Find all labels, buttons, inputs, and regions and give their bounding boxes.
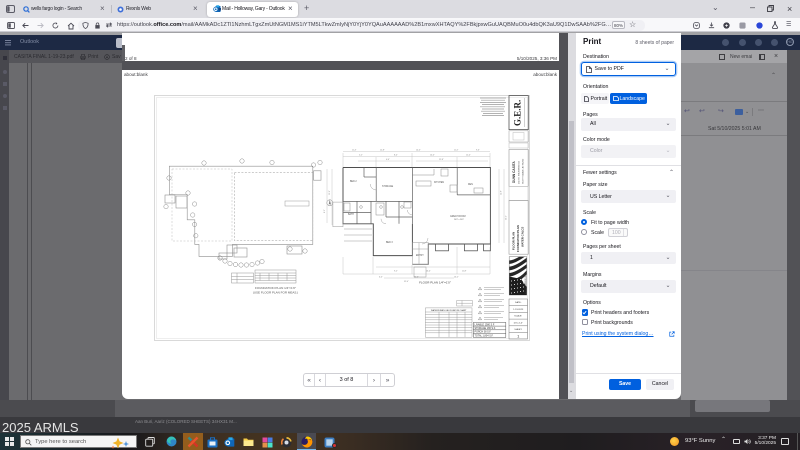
svg-text:LIVABLE 1580 S.F.: LIVABLE 1580 S.F. xyxy=(475,323,496,326)
svg-text:FLOOR PLAN 1/4"=1'0": FLOOR PLAN 1/4"=1'0" xyxy=(419,281,451,285)
svg-text:5'-2": 5'-2" xyxy=(359,155,363,157)
svg-text:SCOTTSDALE, AZ 85262: SCOTTSDALE, AZ 85262 xyxy=(522,158,525,184)
svg-text:11'-2": 11'-2" xyxy=(454,150,459,152)
svg-text:WATER/DRAIN CALCULATION CHART: WATER/DRAIN CALCULATION CHART xyxy=(431,309,467,312)
svg-text:22'-8": 22'-8" xyxy=(439,159,444,161)
svg-text:WATER CALCS: WATER CALCS xyxy=(521,227,525,247)
svg-text:FLOOR PLAN: FLOOR PLAN xyxy=(512,232,516,250)
svg-text:KITCHEN: KITCHEN xyxy=(434,182,444,184)
svg-text:BATH: BATH xyxy=(348,213,354,216)
svg-text:ENTRY: ENTRY xyxy=(416,255,424,257)
svg-text:FOUNDATION PLAN: FOUNDATION PLAN xyxy=(516,225,520,252)
svg-text:12'-8": 12'-8" xyxy=(380,150,385,152)
svg-text:14'-8": 14'-8" xyxy=(501,190,503,195)
svg-text:16'-4": 16'-4" xyxy=(426,271,431,273)
svg-text:6'-0": 6'-0" xyxy=(379,277,383,279)
svg-text:DUNN CASITA: DUNN CASITA xyxy=(512,161,516,183)
svg-text:STORAGE 186 S.F.: STORAGE 186 S.F. xyxy=(475,327,496,330)
svg-text:24'0" x 20'0": 24'0" x 20'0" xyxy=(454,219,464,221)
svg-text:9'-6": 9'-6" xyxy=(476,150,480,152)
svg-text:11'-8": 11'-8" xyxy=(462,271,467,273)
svg-text:TOTAL 1,804 S.F.: TOTAL 1,804 S.F. xyxy=(475,334,494,337)
svg-text:8'-2": 8'-2" xyxy=(324,209,326,213)
svg-text:1617 E. MILKWEED LN: 1617 E. MILKWEED LN xyxy=(519,160,521,184)
svg-text:1-19-2023: 1-19-2023 xyxy=(513,309,524,311)
svg-text:13'-2": 13'-2" xyxy=(454,277,459,279)
svg-text:20'-2": 20'-2" xyxy=(506,215,508,220)
svg-text:12'-4": 12'-4" xyxy=(466,155,471,157)
svg-text:10'-0": 10'-0" xyxy=(430,155,435,157)
svg-text:G.E.R.: G.E.R. xyxy=(513,100,523,126)
svg-text:PORCH 38 S.F.: PORCH 38 S.F. xyxy=(475,331,492,334)
svg-text:24'-6": 24'-6" xyxy=(414,277,419,279)
svg-text:8'-4": 8'-4" xyxy=(394,155,398,157)
svg-text:1: 1 xyxy=(517,334,520,339)
svg-text:14'-0": 14'-0" xyxy=(416,150,421,152)
svg-text:1/4"=1'-0": 1/4"=1'-0" xyxy=(513,322,523,324)
svg-text:SHEET:: SHEET: xyxy=(514,329,522,331)
svg-text:BED 2: BED 2 xyxy=(350,181,357,183)
svg-text:9'-2": 9'-2" xyxy=(394,271,398,273)
svg-text:GREAT ROOM: GREAT ROOM xyxy=(450,215,466,218)
svg-text:11'-4": 11'-4" xyxy=(352,150,357,152)
svg-text:52'-0": 52'-0" xyxy=(404,281,409,283)
svg-text:12'-6": 12'-6" xyxy=(329,190,331,195)
svg-text:BED 3: BED 3 xyxy=(386,242,393,244)
svg-text:(USE FLOOR PLAN FOR MEAS.): (USE FLOOR PLAN FOR MEAS.) xyxy=(253,290,298,294)
svg-text:DATE:: DATE: xyxy=(515,301,522,304)
svg-text:DEN: DEN xyxy=(468,184,473,186)
svg-text:SCALE:: SCALE: xyxy=(514,315,522,318)
svg-text:4'-6": 4'-6" xyxy=(386,159,390,161)
svg-text:STORAGE: STORAGE xyxy=(382,185,394,188)
